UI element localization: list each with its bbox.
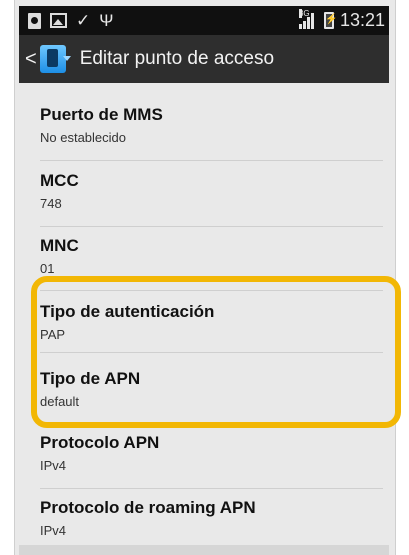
setting-label: MNC [40, 236, 79, 255]
signal-3g-icon: 3G [298, 9, 318, 29]
divider [40, 488, 383, 489]
status-time: 13:21 [339, 10, 385, 30]
setting-item-apn-protocol[interactable]: Protocolo APN IPv4 [19, 433, 389, 488]
setting-item-mcc[interactable]: MCC 748 [19, 171, 389, 226]
check-icon: ✓ [76, 11, 91, 30]
file-icon [28, 12, 41, 29]
setting-label: Protocolo de roaming APN [40, 498, 256, 517]
back-icon[interactable]: < [25, 35, 37, 83]
setting-value: 01 [40, 261, 55, 276]
action-bar: < Editar punto de acceso [19, 35, 389, 83]
setting-value: 748 [40, 196, 62, 211]
setting-label: Puerto de MMS [40, 105, 163, 124]
divider [40, 226, 383, 227]
setting-label: MCC [40, 171, 79, 190]
bottom-edge [19, 545, 389, 555]
image-icon [50, 13, 67, 28]
apn-settings-app-icon[interactable] [39, 45, 71, 73]
setting-label: Protocolo APN [40, 433, 160, 452]
highlight-outline [31, 276, 401, 428]
setting-value: No establecido [40, 130, 126, 145]
divider [40, 160, 383, 161]
setting-item-mms-port[interactable]: Puerto de MMS No establecido [19, 105, 389, 160]
setting-value: IPv4 [40, 523, 67, 538]
battery-charging-icon [323, 12, 337, 29]
status-bar: ✓ Ψ 3G 13:21 [19, 6, 389, 35]
setting-value: IPv4 [40, 458, 67, 473]
usb-icon: Ψ [99, 11, 114, 30]
page-title: Editar punto de acceso [79, 48, 275, 69]
